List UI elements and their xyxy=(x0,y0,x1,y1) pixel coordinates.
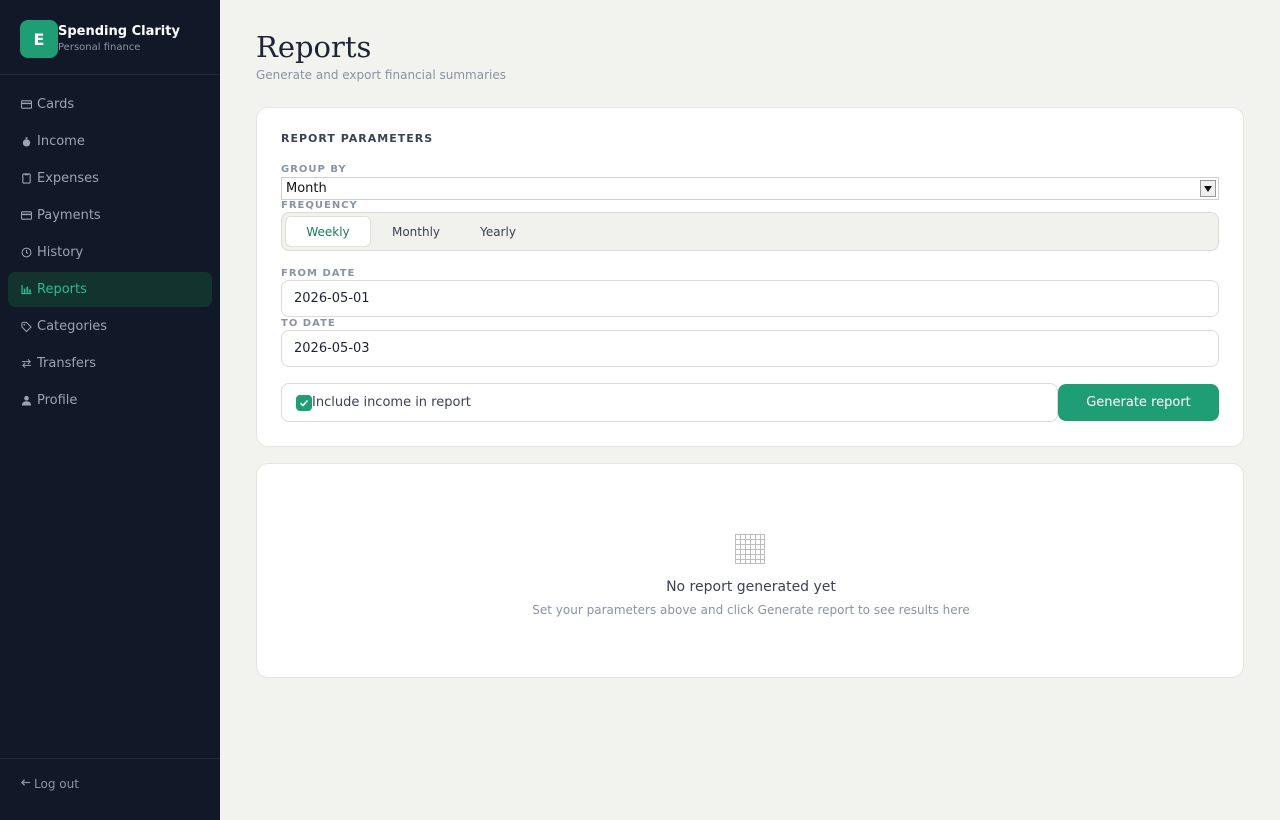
generate-report-button[interactable]: Generate report xyxy=(1058,384,1219,421)
sidebar-item-label: Cards xyxy=(37,97,75,112)
report-parameters-card: REPORT PARAMETERS GROUP BY Month FREQUEN… xyxy=(256,107,1244,447)
sidebar-item-label: Categories xyxy=(37,319,108,334)
checkmark-icon xyxy=(299,399,309,407)
group-by-value: Month xyxy=(286,181,327,196)
frequency-segmented-control: Weekly Monthly Yearly xyxy=(281,212,1219,251)
sidebar-nav: Cards Income Expenses Payments History R… xyxy=(8,87,212,420)
sidebar-item-label: Reports xyxy=(37,282,87,297)
sidebar-item-label: History xyxy=(37,245,84,260)
frequency-option-yearly[interactable]: Yearly xyxy=(460,216,536,247)
swap-icon xyxy=(20,357,33,370)
empty-state-title: No report generated yet xyxy=(666,579,836,595)
sidebar-item-label: Profile xyxy=(37,393,78,408)
sidebar: E Spending Clarity Personal finance Card… xyxy=(0,0,220,820)
card-icon xyxy=(20,98,33,111)
include-income-toggle[interactable]: Include income in report xyxy=(281,383,1058,422)
sidebar-item-profile[interactable]: Profile xyxy=(8,383,212,418)
arrow-left-icon xyxy=(20,777,34,791)
sidebar-item-expenses[interactable]: Expenses xyxy=(8,161,212,196)
brand-subtitle: Personal finance xyxy=(58,42,141,53)
chevron-down-icon xyxy=(1200,180,1216,197)
frequency-option-weekly[interactable]: Weekly xyxy=(285,216,371,247)
include-income-label: Include income in report xyxy=(312,395,471,410)
page-title: Reports xyxy=(256,30,372,64)
brand-logo: E xyxy=(20,20,58,58)
from-date-label: FROM DATE xyxy=(281,268,356,279)
brand-name: Spending Clarity xyxy=(58,24,180,39)
logout-button[interactable]: Log out xyxy=(20,777,79,791)
brand-header: E Spending Clarity Personal finance xyxy=(0,0,220,75)
empty-state-subtitle: Set your parameters above and click Gene… xyxy=(532,603,970,617)
bar-chart-icon xyxy=(20,283,33,296)
sidebar-item-cards[interactable]: Cards xyxy=(8,87,212,122)
person-icon xyxy=(20,394,33,407)
include-income-checkbox[interactable] xyxy=(296,394,312,411)
group-by-label: GROUP BY xyxy=(281,164,347,175)
to-date-label: TO DATE xyxy=(281,318,336,329)
group-by-select[interactable]: Month xyxy=(281,177,1219,200)
clock-icon xyxy=(20,246,33,259)
card-icon xyxy=(20,209,33,222)
frequency-option-monthly[interactable]: Monthly xyxy=(374,216,458,247)
sidebar-item-payments[interactable]: Payments xyxy=(8,198,212,233)
sidebar-item-categories[interactable]: Categories xyxy=(8,309,212,344)
sidebar-item-label: Expenses xyxy=(37,171,99,186)
sidebar-item-label: Transfers xyxy=(37,356,97,371)
report-result-card: No report generated yet Set your paramet… xyxy=(256,463,1244,678)
tag-icon xyxy=(20,320,33,333)
to-date-input[interactable]: 2026-05-03 xyxy=(281,330,1219,367)
sidebar-item-transfers[interactable]: Transfers xyxy=(8,346,212,381)
money-bag-icon xyxy=(20,135,33,148)
sidebar-footer: Log out xyxy=(0,758,220,820)
sidebar-item-history[interactable]: History xyxy=(8,235,212,270)
table-grid-icon xyxy=(735,534,765,564)
receipt-icon xyxy=(20,172,33,185)
sidebar-item-reports[interactable]: Reports xyxy=(8,272,212,307)
sidebar-item-income[interactable]: Income xyxy=(8,124,212,159)
frequency-label: FREQUENCY xyxy=(281,200,358,211)
section-title: REPORT PARAMETERS xyxy=(281,132,434,145)
sidebar-item-label: Income xyxy=(37,134,85,149)
page-subtitle: Generate and export financial summaries xyxy=(256,68,506,82)
logout-label: Log out xyxy=(34,777,79,791)
from-date-input[interactable]: 2026-05-01 xyxy=(281,280,1219,317)
sidebar-item-label: Payments xyxy=(37,208,101,223)
